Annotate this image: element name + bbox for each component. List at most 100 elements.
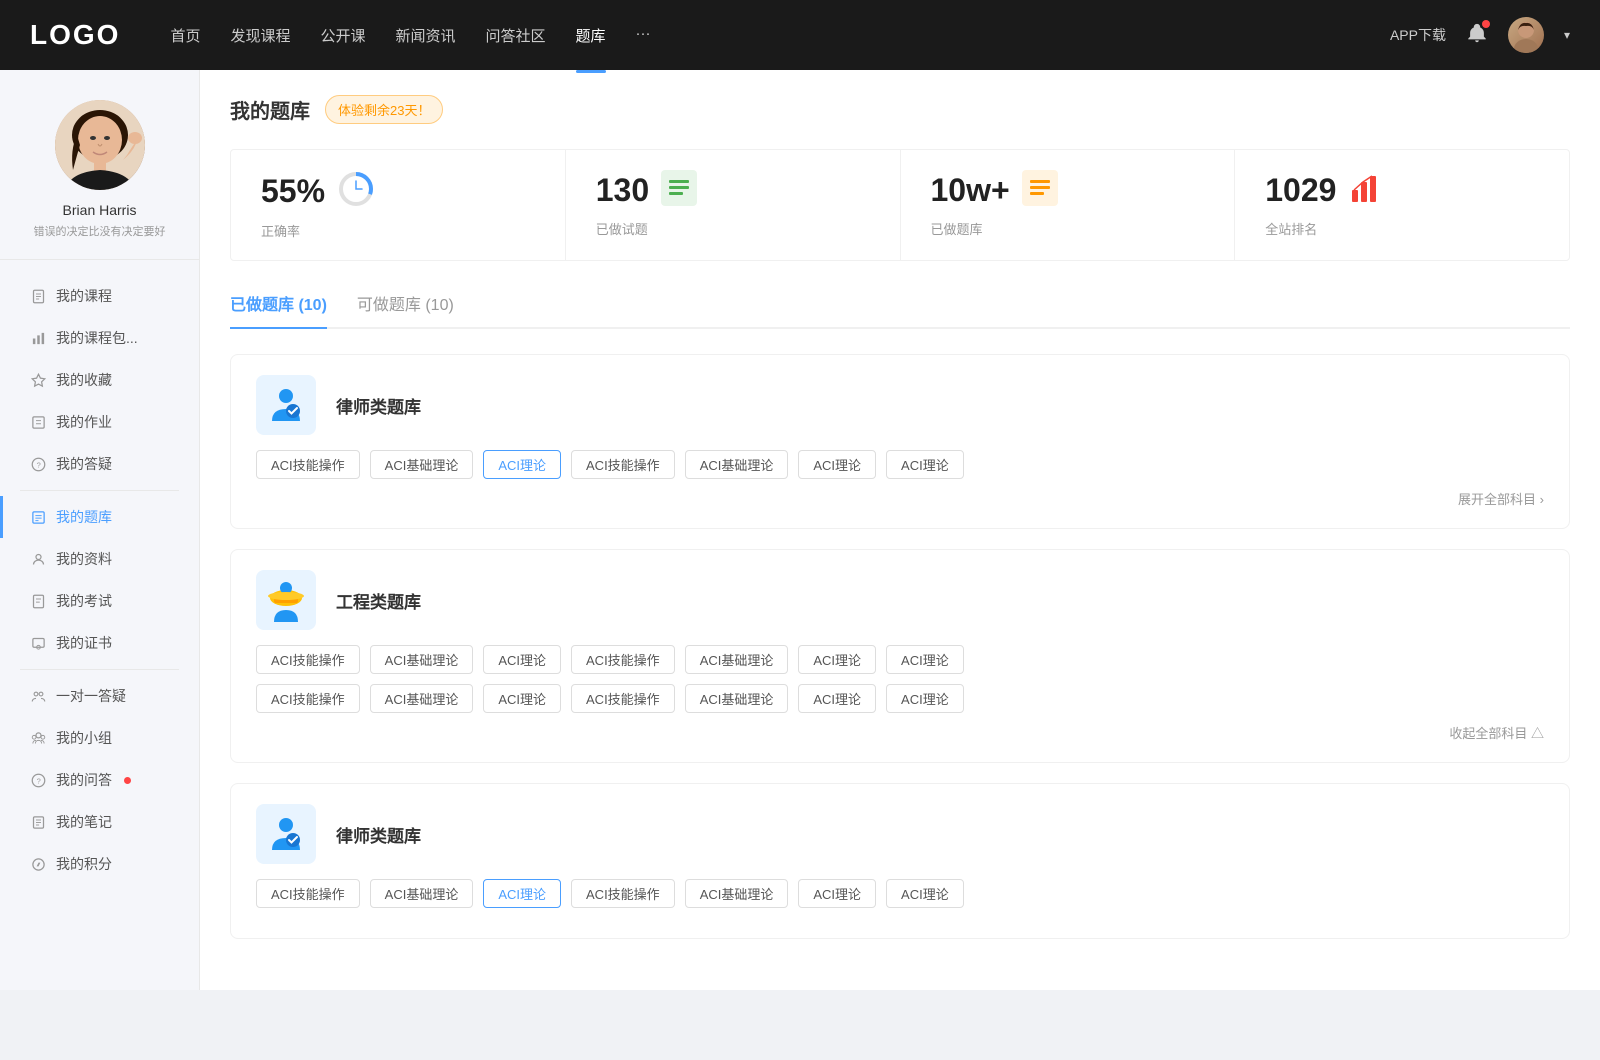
- eng-tag-12[interactable]: ACI基础理论: [685, 684, 789, 713]
- eng-tag-2[interactable]: ACI基础理论: [370, 645, 474, 674]
- bar-icon: [30, 330, 46, 346]
- tag-aci-theory3[interactable]: ACI理论: [886, 450, 964, 479]
- l2-tag-2[interactable]: ACI基础理论: [370, 879, 474, 908]
- l2-tag-4[interactable]: ACI技能操作: [571, 879, 675, 908]
- engineer-icon: [264, 578, 308, 622]
- nav-more[interactable]: ···: [636, 20, 651, 51]
- packages-label: 我的课程包...: [56, 328, 138, 348]
- tab-available[interactable]: 可做题库 (10): [357, 291, 454, 327]
- qbank-lawyer2-title: 律师类题库: [336, 822, 421, 847]
- eng-tag-3[interactable]: ACI理论: [483, 645, 561, 674]
- eng-tag-13[interactable]: ACI理论: [798, 684, 876, 713]
- sidebar-item-homework[interactable]: 我的作业: [0, 401, 199, 443]
- cert-icon: [30, 635, 46, 651]
- courses-label: 我的课程: [56, 286, 112, 306]
- sidebar-item-profile[interactable]: 我的资料: [0, 538, 199, 580]
- exam-label: 我的考试: [56, 591, 112, 611]
- sidebar-item-myquestion[interactable]: ? 我的问答: [0, 759, 199, 801]
- tag-aci-theory-active[interactable]: ACI理论: [483, 450, 561, 479]
- collapse-link-engineering[interactable]: 收起全部科目 △: [256, 723, 1544, 742]
- notification-dot: [1482, 20, 1490, 28]
- svg-text:?: ?: [36, 776, 40, 785]
- eng-tag-5[interactable]: ACI基础理论: [685, 645, 789, 674]
- stats-row: 55% 正确率 130: [230, 149, 1570, 261]
- sidebar-item-tutor[interactable]: 一对一答疑: [0, 675, 199, 717]
- list-orange-icon: [1022, 170, 1058, 211]
- expand-link-lawyer[interactable]: 展开全部科目 ›: [256, 489, 1544, 508]
- nav-home[interactable]: 首页: [170, 20, 200, 51]
- tag-aci-basic2[interactable]: ACI基础理论: [685, 450, 789, 479]
- eng-tag-4[interactable]: ACI技能操作: [571, 645, 675, 674]
- tag-aci-theory2[interactable]: ACI理论: [798, 450, 876, 479]
- main-content: 我的题库 体验剩余23天！ 55% 正确: [200, 70, 1600, 990]
- nav-qbank[interactable]: 题库: [576, 20, 606, 51]
- qbank-lawyer-title: 律师类题库: [336, 393, 421, 418]
- eng-tag-10[interactable]: ACI理论: [483, 684, 561, 713]
- user-avatar-nav[interactable]: [1508, 17, 1544, 53]
- sidebar-item-qa[interactable]: ? 我的答疑: [0, 443, 199, 485]
- page-layout: Brian Harris 错误的决定比没有决定要好 我的课程 我的课程包...: [0, 70, 1600, 990]
- sidebar-item-exam[interactable]: 我的考试: [0, 580, 199, 622]
- qbank-eng-header: 工程类题库: [256, 570, 1544, 630]
- sidebar-item-group[interactable]: 我的小组: [0, 717, 199, 759]
- points-label: 我的积分: [56, 854, 112, 874]
- stat-accuracy-value: 55%: [261, 173, 325, 210]
- l2-tag-6[interactable]: ACI理论: [798, 879, 876, 908]
- sidebar-item-qbank[interactable]: 我的题库: [0, 496, 199, 538]
- favorites-label: 我的收藏: [56, 370, 112, 390]
- eng-tag-8[interactable]: ACI技能操作: [256, 684, 360, 713]
- sidebar-item-favorites[interactable]: 我的收藏: [0, 359, 199, 401]
- user-name: Brian Harris: [63, 202, 137, 218]
- tag-aci-basic[interactable]: ACI基础理论: [370, 450, 474, 479]
- pie-chart-icon: [337, 170, 375, 213]
- cert-label: 我的证书: [56, 633, 112, 653]
- app-download-button[interactable]: APP下载: [1390, 25, 1446, 45]
- exam-icon: [30, 593, 46, 609]
- avatar-silhouette: [1508, 17, 1544, 53]
- stat-banks-label: 已做题库: [931, 219, 1205, 238]
- stat-banks-top: 10w+: [931, 170, 1205, 211]
- user-dropdown-arrow[interactable]: ▾: [1564, 28, 1570, 42]
- tag-aci-skill[interactable]: ACI技能操作: [256, 450, 360, 479]
- l2-tag-7[interactable]: ACI理论: [886, 879, 964, 908]
- qbank-lawyer2-header: 律师类题库: [256, 804, 1544, 864]
- qbank-eng-title: 工程类题库: [336, 588, 421, 613]
- eng-tag-11[interactable]: ACI技能操作: [571, 684, 675, 713]
- qbank-card-lawyer2: 律师类题库 ACI技能操作 ACI基础理论 ACI理论 ACI技能操作 ACI基…: [230, 783, 1570, 939]
- myq-label: 我的问答: [56, 770, 112, 790]
- notification-bell[interactable]: [1466, 22, 1488, 49]
- sidebar-item-points[interactable]: 我的积分: [0, 843, 199, 885]
- stat-rank-top: 1029: [1265, 170, 1539, 211]
- nav-qa[interactable]: 问答社区: [486, 20, 546, 51]
- l2-tag-1[interactable]: ACI技能操作: [256, 879, 360, 908]
- sidebar-item-courses[interactable]: 我的课程: [0, 275, 199, 317]
- eng-tag-6[interactable]: ACI理论: [798, 645, 876, 674]
- nav-news[interactable]: 新闻资讯: [396, 20, 456, 51]
- sidebar-item-cert[interactable]: 我的证书: [0, 622, 199, 664]
- eng-tag-14[interactable]: ACI理论: [886, 684, 964, 713]
- nav-opencourse[interactable]: 公开课: [320, 20, 365, 51]
- qbank-card-engineering: 工程类题库 ACI技能操作 ACI基础理论 ACI理论 ACI技能操作 ACI基…: [230, 549, 1570, 763]
- sidebar-item-packages[interactable]: 我的课程包...: [0, 317, 199, 359]
- nav-discover[interactable]: 发现课程: [230, 20, 290, 51]
- l2-tag-3[interactable]: ACI理论: [483, 879, 561, 908]
- l2-tag-5[interactable]: ACI基础理论: [685, 879, 789, 908]
- eng-tag-9[interactable]: ACI基础理论: [370, 684, 474, 713]
- qbank-eng-tags-row2: ACI技能操作 ACI基础理论 ACI理论 ACI技能操作 ACI基础理论 AC…: [256, 684, 1544, 713]
- eng-tag-7[interactable]: ACI理论: [886, 645, 964, 674]
- svg-text:?: ?: [36, 460, 40, 469]
- sidebar-item-notes[interactable]: 我的笔记: [0, 801, 199, 843]
- logo: LOGO: [30, 19, 120, 51]
- page-title: 我的题库: [230, 95, 310, 124]
- qbank-lawyer-tags: ACI技能操作 ACI基础理论 ACI理论 ACI技能操作 ACI基础理论 AC…: [256, 450, 1544, 479]
- navbar-menu: 首页 发现课程 公开课 新闻资讯 问答社区 题库 ···: [170, 20, 1390, 51]
- qbank-eng-icon-wrap: [256, 570, 316, 630]
- qbank-label: 我的题库: [56, 507, 112, 527]
- notes-icon: [30, 814, 46, 830]
- tab-done[interactable]: 已做题库 (10): [230, 291, 327, 327]
- tag-aci-skill2[interactable]: ACI技能操作: [571, 450, 675, 479]
- eng-tag-1[interactable]: ACI技能操作: [256, 645, 360, 674]
- stat-done-label: 已做试题: [596, 219, 870, 238]
- file-icon: [30, 288, 46, 304]
- stat-banks-value: 10w+: [931, 172, 1010, 209]
